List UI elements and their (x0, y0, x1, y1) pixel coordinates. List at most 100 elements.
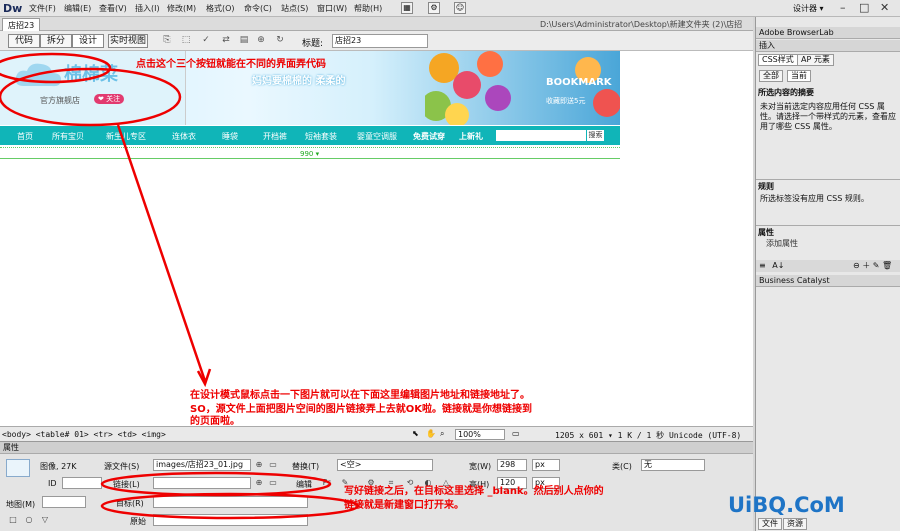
menu-site[interactable]: 站点(S) (281, 3, 308, 14)
title-input[interactable]: 店招23 (332, 34, 428, 48)
shop-search-input[interactable] (496, 130, 586, 141)
pointer-icon[interactable]: ⬉ (412, 429, 419, 438)
az-icon[interactable]: A↓ (772, 261, 784, 270)
shop-name: 棉棉菜 (64, 64, 118, 85)
nav-item[interactable]: 睡袋 (222, 131, 238, 142)
menu-view[interactable]: 查看(V) (99, 3, 127, 14)
menu-file[interactable]: 文件(F) (29, 3, 56, 14)
minimize-button[interactable]: – (840, 1, 846, 14)
options-icon[interactable]: ▤ (238, 35, 250, 47)
nav-item[interactable]: 开档裤 (263, 131, 287, 142)
annotation-target-blank: 写好链接之后，在目标这里选择 _blank。然后别人点你的 (344, 486, 604, 497)
css-panel-toolbar: ≡ A↓ ⊖ ＋ ✎ 🗑 (756, 260, 900, 272)
menu-format[interactable]: 格式(O) (206, 3, 235, 14)
maximize-button[interactable]: □ (859, 1, 869, 14)
hand-icon[interactable]: ✋ (426, 429, 436, 438)
layout-icon[interactable]: ▦ (401, 2, 413, 14)
menu-help[interactable]: 帮助(H) (354, 3, 382, 14)
image-info: 图像, 27K (40, 462, 77, 471)
tab-files[interactable]: 文件 (758, 518, 782, 530)
src-input[interactable]: images/店招23_01.jpg (153, 459, 251, 471)
nav-item[interactable]: 首页 (17, 131, 33, 142)
image-thumbnail-icon (6, 459, 30, 477)
poly-hotspot-icon[interactable]: ▽ (40, 515, 50, 525)
nav-item[interactable]: 婴童空调服 (357, 131, 397, 142)
rules-text: 所选标签没有应用 CSS 规则。 (760, 194, 869, 203)
point-to-file-icon[interactable]: ⊕ (254, 478, 264, 488)
tab-assets[interactable]: 资源 (783, 518, 807, 530)
status-bar: <body> <table# 01> <tr> <td> <img> ⬉ ✋ ⌕… (0, 426, 753, 441)
code-view-button[interactable]: 代码 (8, 34, 40, 48)
add-property-link[interactable]: 添加属性 (766, 239, 798, 249)
original-input[interactable] (153, 514, 308, 526)
target-select[interactable] (153, 496, 308, 508)
nav-item[interactable]: 连体衣 (172, 131, 196, 142)
tab-all[interactable]: 全部 (759, 70, 783, 82)
zoom-select[interactable]: 100% (455, 429, 505, 440)
insert-header[interactable]: 插入 (756, 40, 900, 52)
nav-item[interactable]: 所有宝贝 (52, 131, 84, 142)
desktop-size-icon[interactable]: ▭ (512, 429, 520, 438)
rect-hotspot-icon[interactable]: □ (8, 515, 18, 525)
browse-folder-icon[interactable]: ▭ (268, 460, 278, 470)
user-icon[interactable]: ☺ (454, 2, 466, 14)
design-canvas[interactable]: 棉棉菜 官方旗舰店 ❤ 关注 妈妈要棉棉的 柔柔的 BOOKMARK 收藏即送5… (0, 51, 753, 427)
menu-insert[interactable]: 插入(I) (135, 3, 160, 14)
link-stylesheet-icon[interactable]: ⊖ (853, 261, 860, 270)
tab-ap-elements[interactable]: AP 元素 (797, 54, 834, 66)
summary-title: 所选内容的摘要 (758, 88, 814, 97)
preview-icon[interactable]: ⬚ (180, 35, 192, 47)
tag-selector[interactable]: <body> <table# 01> <tr> <td> <img> (2, 430, 166, 439)
point-to-file-icon[interactable]: ⊕ (254, 460, 264, 470)
menu-command[interactable]: 命令(C) (244, 3, 272, 14)
id-input[interactable] (62, 477, 102, 489)
nav-item[interactable]: 免费试穿 (413, 131, 445, 142)
app-logo: Dw (3, 2, 23, 15)
menu-window[interactable]: 窗口(W) (317, 3, 347, 14)
delete-rule-icon[interactable]: 🗑 (882, 261, 892, 270)
business-catalyst-header[interactable]: Business Catalyst (756, 275, 900, 287)
live-view-button[interactable]: 实时视图 (108, 34, 148, 48)
close-button[interactable]: ✕ (880, 1, 889, 14)
annotation-design-mode: 在设计模式鼠标点击一下图片就可以在下面这里编辑图片地址和链接地址了。 (190, 390, 530, 401)
width-label: 宽(W) (469, 462, 492, 471)
gear-icon[interactable]: ⚙ (428, 2, 440, 14)
menu-modify[interactable]: 修改(M) (167, 3, 196, 14)
az-sort-icon[interactable]: ≡ (759, 261, 766, 270)
class-select[interactable]: 无 (641, 459, 705, 471)
tab-current[interactable]: 当前 (787, 70, 811, 82)
document-tab[interactable]: 店招23 (2, 18, 41, 31)
annotation-view-buttons: 点击这个三个按钮就能在不同的界面弄代码 (136, 59, 326, 70)
width-input[interactable]: 298 (497, 459, 527, 471)
link-input[interactable] (153, 477, 251, 489)
annotation-new-window: 链接就是新建窗口打开来。 (344, 500, 464, 511)
edit-rule-icon[interactable]: ✎ (873, 261, 880, 270)
nav-item[interactable]: 短袖套装 (305, 131, 337, 142)
validate-icon[interactable]: ⇄ (220, 35, 232, 47)
width-unit-select[interactable]: px (532, 459, 560, 471)
summary-text: 未对当前选定内容应用任何 CSS 属性。请选择一个带样式的元素，查看应用了哪些 … (760, 102, 896, 131)
browser-icon[interactable]: ⊕ (255, 35, 267, 47)
browse-folder-icon[interactable]: ▭ (268, 478, 278, 488)
window-size-info: 1205 x 601 ▾ 1 K / 1 秒 Unicode (UTF-8) (555, 431, 742, 440)
bookmark-badge[interactable]: BOOKMARK 收藏即送5元 (546, 77, 612, 106)
split-view-button[interactable]: 拆分 (40, 34, 72, 48)
photoshop-icon[interactable]: Ps (322, 478, 332, 488)
tab-css-styles[interactable]: CSS样式 (758, 54, 798, 66)
design-view-button[interactable]: 设计 (72, 34, 104, 48)
circle-hotspot-icon[interactable]: ○ (24, 515, 34, 525)
new-rule-icon[interactable]: ＋ (862, 261, 870, 270)
nav-item[interactable]: 新生儿专区 (106, 131, 146, 142)
shop-search-button[interactable]: 搜索 (587, 130, 604, 141)
inspect-icon[interactable]: ⎘ (161, 35, 173, 47)
alt-select[interactable]: <空> (337, 459, 433, 471)
menu-edit[interactable]: 编辑(E) (64, 3, 91, 14)
map-input[interactable] (42, 496, 86, 508)
nav-item[interactable]: 上新礼 (459, 131, 483, 142)
workspace-switcher[interactable]: 设计器 ▾ (793, 3, 824, 14)
follow-badge[interactable]: ❤ 关注 (94, 94, 125, 104)
refresh-icon[interactable]: ↻ (274, 35, 286, 47)
zoom-icon[interactable]: ⌕ (440, 429, 444, 439)
browserlab-header[interactable]: Adobe BrowserLab (756, 27, 900, 39)
check-icon[interactable]: ✓ (200, 35, 212, 47)
